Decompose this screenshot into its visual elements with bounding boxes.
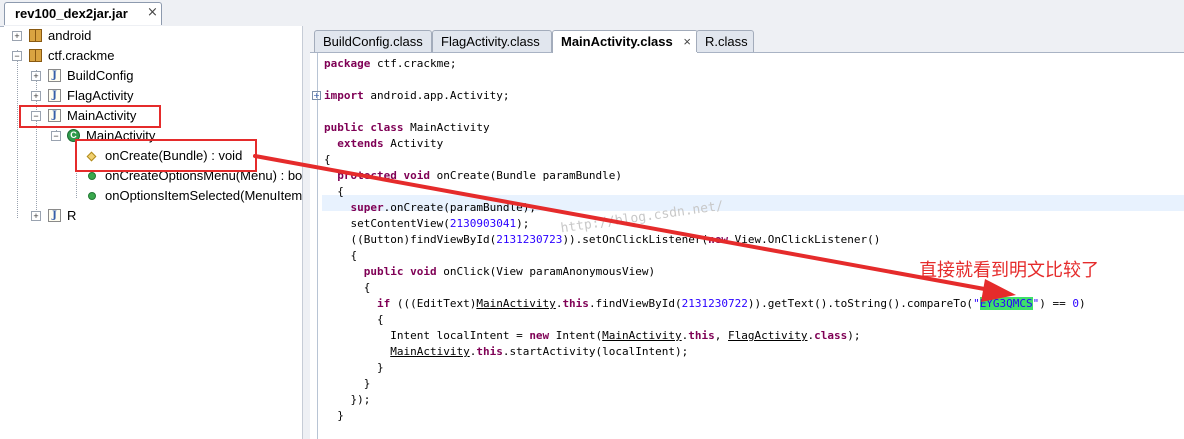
java-file-icon: J [48, 209, 61, 222]
code-line: { [324, 153, 331, 166]
tree-item-android[interactable]: + android [4, 26, 302, 46]
public-method-icon [88, 172, 96, 180]
file-tab-title: rev100_dex2jar.jar [15, 6, 128, 21]
tree-label: BuildConfig [67, 68, 134, 83]
tab-label: MainActivity.class [561, 34, 673, 49]
code-line: extends Activity [337, 137, 444, 150]
tab-label: BuildConfig.class [323, 34, 423, 49]
code-line: public class MainActivity [324, 121, 490, 134]
java-file-icon: J [48, 89, 61, 102]
expand-toggle-icon[interactable]: + [31, 91, 41, 101]
highlight-box-mainactivity [19, 105, 161, 128]
code-line: MainActivity.this.startActivity(localInt… [390, 345, 689, 358]
code-line: }); [350, 393, 371, 406]
package-icon [29, 49, 42, 62]
tab-mainactivity-class[interactable]: MainActivity.class × [552, 30, 698, 53]
tree-label: android [48, 28, 92, 43]
annotation-text: 直接就看到明文比较了 [919, 260, 1099, 281]
close-icon[interactable]: × [683, 31, 691, 52]
code-line: setContentView(2130903041); [350, 217, 530, 230]
java-file-icon: J [48, 69, 61, 82]
tab-buildconfig-class[interactable]: BuildConfig.class [314, 30, 432, 52]
collapse-toggle-icon[interactable]: − [12, 51, 22, 61]
code-line: { [337, 185, 344, 198]
tab-r-class[interactable]: R.class [696, 30, 754, 52]
code-line: package ctf.crackme; [324, 57, 457, 70]
code-line: protected void onCreate(Bundle paramBund… [337, 169, 623, 182]
code-line: { [363, 281, 371, 294]
code-line: Intent localIntent = new Intent(MainActi… [390, 329, 861, 342]
tab-label: R.class [705, 34, 748, 49]
editor-gutter: + [310, 53, 322, 439]
file-tab-bar: rev100_dex2jar.jar × [0, 0, 1184, 27]
tab-flagactivity-class[interactable]: FlagActivity.class [432, 30, 552, 52]
expand-toggle-icon[interactable]: + [31, 211, 41, 221]
code-editor: BuildConfig.class FlagActivity.class Mai… [310, 26, 1184, 439]
tree-label: FlagActivity [67, 88, 134, 103]
code-line: } [363, 377, 371, 390]
code-line: { [350, 249, 358, 262]
tree-item-flagactivity[interactable]: + J FlagActivity [4, 86, 302, 106]
editor-tab-bar: BuildConfig.class FlagActivity.class Mai… [310, 26, 1184, 53]
expand-toggle-icon[interactable]: + [12, 31, 22, 41]
tree-item-onoptionsitemselected[interactable]: onOptionsItemSelected(MenuItem [4, 186, 302, 206]
tree-item-ctf-crackme[interactable]: − ctf.crackme [4, 46, 302, 66]
tab-label: FlagActivity.class [441, 34, 540, 49]
tree-label: R [67, 208, 77, 223]
code-area[interactable]: + package ctf.crackme; import android.ap… [310, 53, 1184, 439]
tree-label: ctf.crackme [48, 48, 115, 63]
expand-toggle-icon[interactable]: + [31, 71, 41, 81]
close-icon[interactable]: × [147, 5, 158, 20]
tree-item-buildconfig[interactable]: + J BuildConfig [4, 66, 302, 86]
code-line: super.onCreate(paramBundle); [350, 201, 536, 214]
code-line: { [376, 313, 384, 326]
gutter-line [317, 53, 318, 439]
highlight-box-oncreate [75, 139, 257, 172]
package-icon [29, 29, 42, 42]
file-tab-rev100-dex2jar[interactable]: rev100_dex2jar.jar × [4, 2, 162, 25]
tree-item-r[interactable]: + J R [4, 206, 302, 226]
collapse-toggle-icon[interactable]: − [51, 131, 61, 141]
compared-plaintext: EYG3QMCS [979, 297, 1033, 310]
fold-expand-icon[interactable]: + [312, 91, 321, 100]
code-line: } [376, 361, 384, 374]
code-line: public void onClick(View paramAnonymousV… [363, 265, 656, 278]
code-line: ((Button)findViewById(2131230723)).setOn… [350, 233, 881, 246]
tree-label: onOptionsItemSelected(MenuItem [105, 188, 303, 203]
code-line: import android.app.Activity; [324, 89, 510, 102]
public-method-icon [88, 192, 96, 200]
code-line: } [337, 409, 344, 422]
code-line: if (((EditText)MainActivity.this.findVie… [376, 297, 1086, 310]
package-tree: + android − ctf.crackme + J BuildConfig … [4, 26, 303, 439]
